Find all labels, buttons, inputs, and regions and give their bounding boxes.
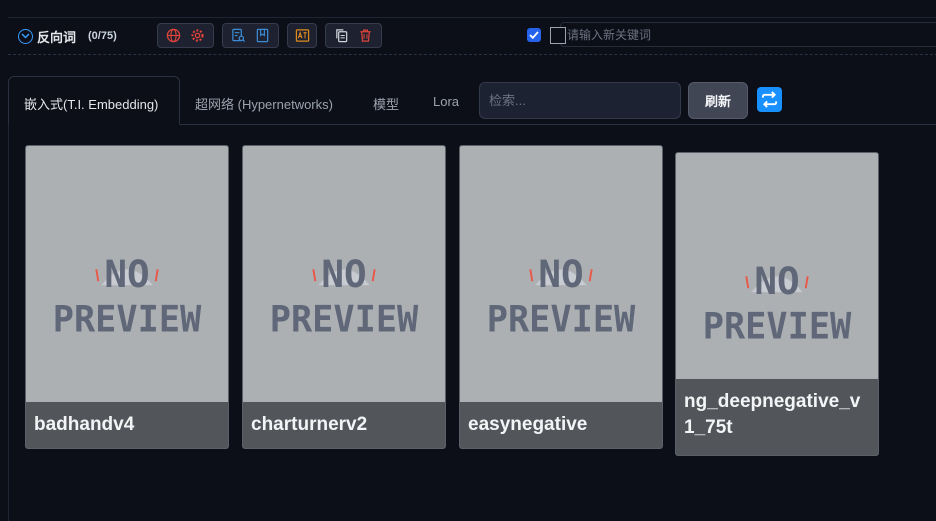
tab-lora[interactable]: Lora [433, 94, 459, 109]
no-preview-line2: PREVIEW [703, 305, 852, 348]
tool-group-translate [287, 23, 317, 48]
gear-icon[interactable] [188, 26, 208, 46]
keyword-input[interactable] [560, 22, 936, 47]
tool-group-history [222, 23, 279, 48]
embedding-card[interactable]: NO PREVIEW easynegative [459, 145, 663, 449]
card-name: ng_deepnegative_v1_75t [676, 379, 878, 455]
chevron-down-icon [18, 28, 33, 44]
card-name: charturnerv2 [243, 402, 445, 448]
tool-group-edit [325, 23, 382, 48]
embedding-card[interactable]: NO PREVIEW badhandv4 [25, 145, 229, 449]
panel-border [8, 125, 9, 521]
no-preview-line1: NO [754, 259, 799, 303]
extra-networks-tabs: 嵌入式(T.I. Embedding) 超网络 (Hypernetworks) … [8, 76, 936, 125]
search-input[interactable] [479, 82, 681, 119]
translate-icon[interactable] [292, 26, 312, 46]
no-preview-line1: NO [321, 252, 366, 296]
bookmark-icon[interactable] [253, 26, 273, 46]
embedding-card[interactable]: NO PREVIEW charturnerv2 [242, 145, 446, 449]
token-count: (0/75) [88, 30, 117, 42]
no-preview-line1: NO [104, 252, 149, 296]
document-search-icon[interactable] [228, 26, 248, 46]
collapse-toggle[interactable]: 反向词 [18, 27, 76, 46]
no-preview-line2: PREVIEW [53, 298, 202, 341]
no-preview-line1: NO [538, 252, 583, 296]
tab-hypernetworks[interactable]: 超网络 (Hypernetworks) [195, 94, 333, 113]
text-cursor-icon [550, 27, 566, 44]
tab-embedding[interactable]: 嵌入式(T.I. Embedding) [8, 76, 180, 125]
negative-prompt-header: 反向词 (0/75) [8, 17, 936, 55]
tab-checkpoints[interactable]: 模型 [373, 94, 399, 113]
trash-icon[interactable] [356, 26, 376, 46]
card-name: easynegative [460, 402, 662, 448]
copy-icon[interactable] [331, 26, 351, 46]
tool-group-translate-settings [157, 23, 214, 48]
keyword-checkbox[interactable] [527, 28, 541, 42]
refresh-button[interactable]: 刷新 [688, 82, 748, 119]
globe-icon[interactable] [163, 26, 183, 46]
sync-icon[interactable] [757, 87, 782, 112]
no-preview-line2: PREVIEW [270, 298, 419, 341]
card-name: badhandv4 [26, 402, 228, 448]
no-preview-line2: PREVIEW [487, 298, 636, 341]
section-title: 反向词 [37, 29, 77, 45]
embedding-card[interactable]: NO PREVIEW ng_deepnegative_v1_75t [675, 152, 879, 456]
